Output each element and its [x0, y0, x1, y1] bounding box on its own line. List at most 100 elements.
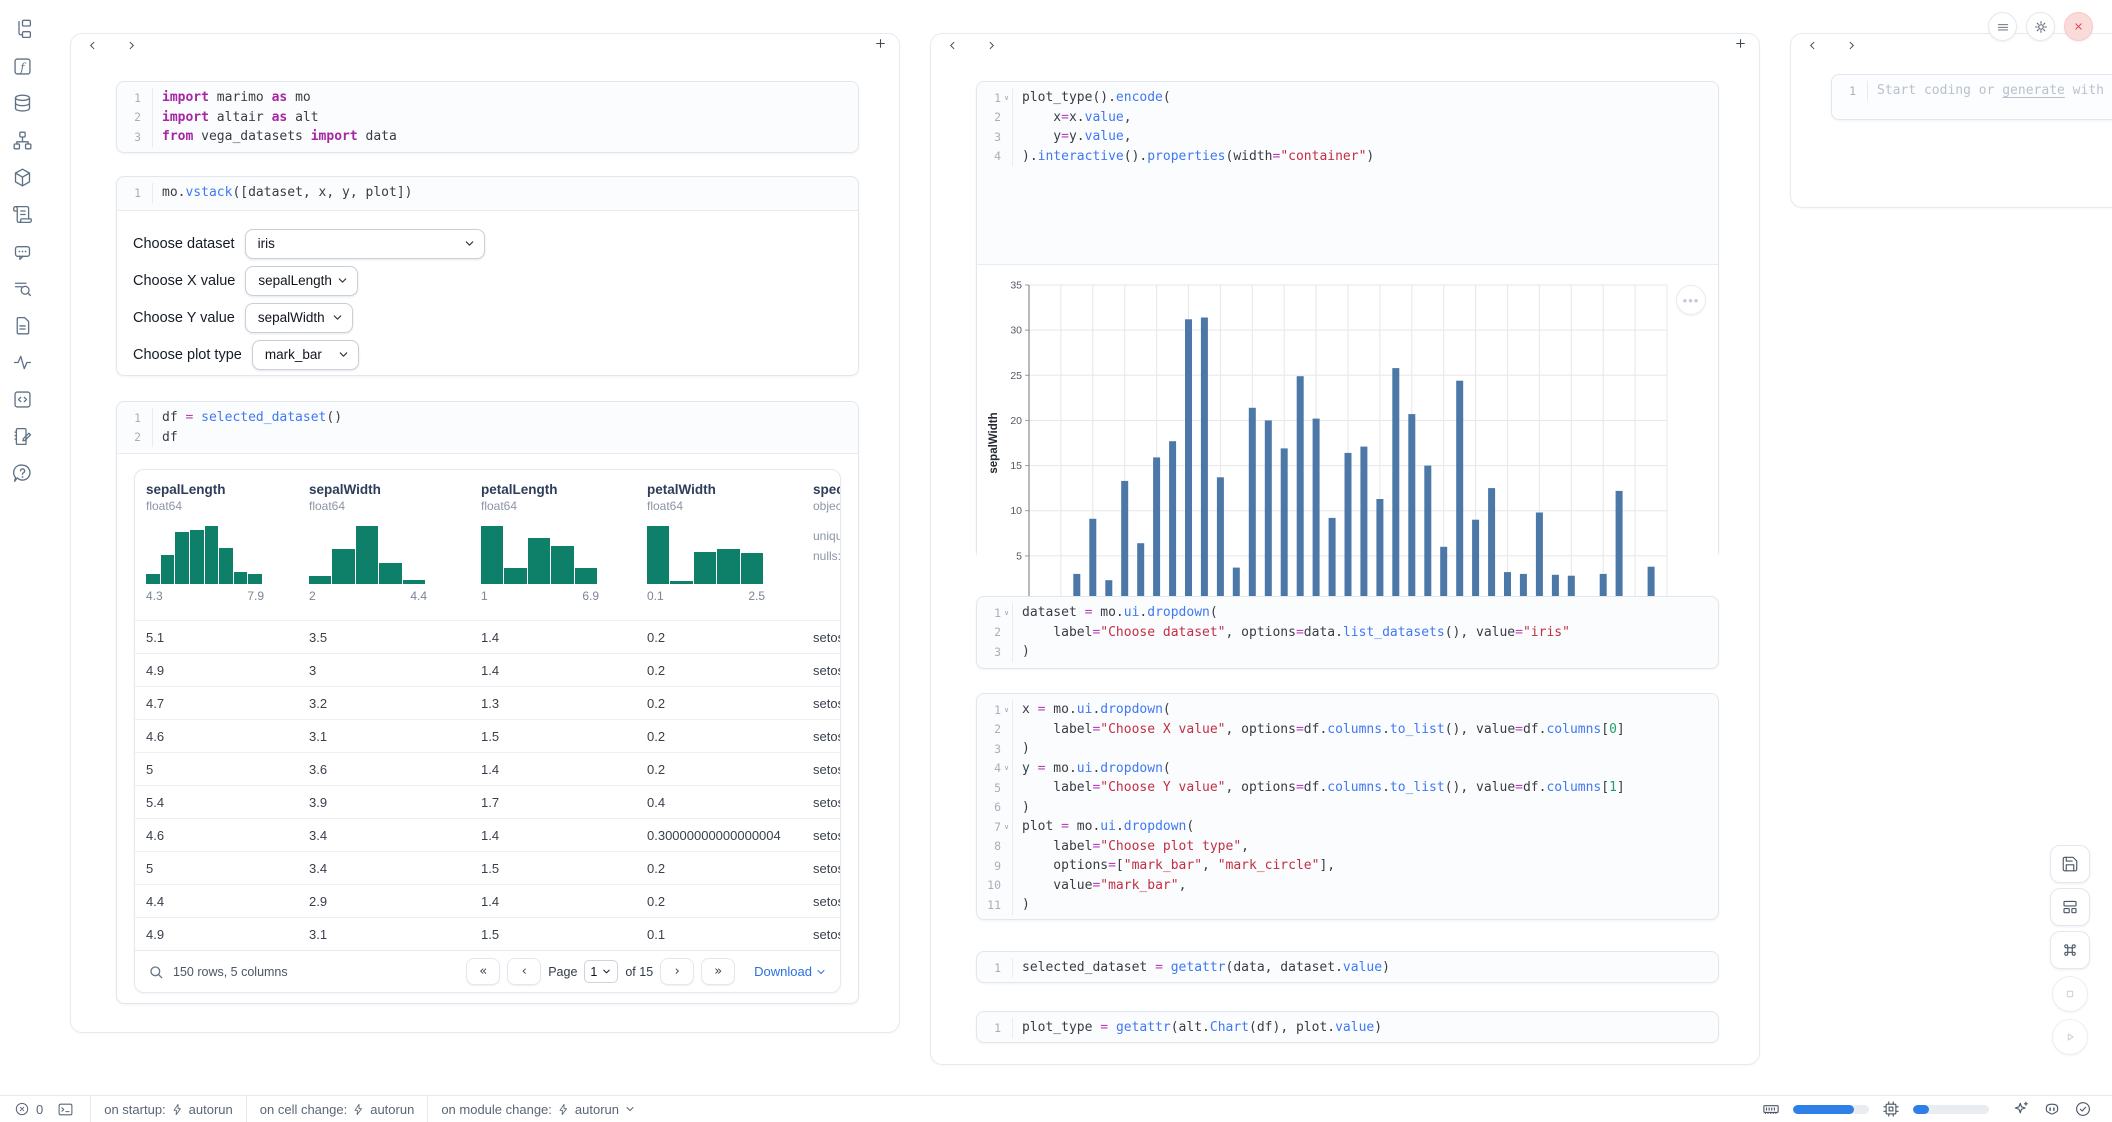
documentation-icon[interactable] [10, 313, 34, 337]
dropdown-select[interactable]: iris [245, 229, 485, 259]
column-header-species[interactable]: speciesobjectunique:nulls: [802, 482, 840, 620]
code-line[interactable]: 4∨y = mo.ui.dropdown( [977, 759, 1718, 779]
column-collapse-right-icon[interactable] [986, 40, 997, 51]
prev-page-button[interactable]: ‹ [507, 958, 541, 985]
chart-menu-icon[interactable]: ••• [1676, 285, 1706, 315]
code-line[interactable]: 8 label="Choose plot type", [977, 837, 1718, 857]
code-line[interactable]: 2 label="Choose X value", options=df.col… [977, 720, 1718, 740]
download-button[interactable]: Download [754, 964, 827, 979]
column-histogram[interactable] [481, 526, 597, 584]
column-collapse-left-icon[interactable] [87, 40, 98, 51]
table-row[interactable]: 4.931.40.2setosa [135, 653, 840, 686]
code-line[interactable]: 2import altair as alt [117, 108, 858, 128]
errors-indicator[interactable]: 0 [14, 1101, 43, 1117]
dependency-graph-icon[interactable] [10, 128, 34, 152]
code-line[interactable]: 4).interactive().properties(width="conta… [977, 147, 1718, 167]
column-histogram[interactable] [309, 526, 425, 584]
code-line[interactable]: 3from vega_datasets import data [117, 127, 858, 147]
fold-chevron-icon[interactable]: ∨ [1001, 823, 1012, 831]
code-line[interactable]: 1df = selected_dataset() [117, 408, 858, 428]
on-cell-change-setting[interactable]: on cell change: autorun [247, 1096, 428, 1122]
snippets-icon[interactable] [10, 387, 34, 411]
add-column-icon[interactable] [874, 37, 887, 50]
dropdown-select[interactable]: mark_bar [252, 340, 359, 370]
table-row[interactable]: 4.63.11.50.2setosa [135, 719, 840, 752]
logs-icon[interactable] [10, 202, 34, 226]
bar-chart[interactable]: 4.04.24.44.64.85.05.25.45.65.86.06.26.46… [985, 273, 1677, 647]
code-line[interactable]: 2 label="Choose dataset", options=data.l… [977, 623, 1718, 643]
code-cell-xy-dropdowns[interactable]: 1∨x = mo.ui.dropdown(2 label="Choose X v… [976, 693, 1719, 920]
code-cell-dataframe[interactable]: 1df = selected_dataset()2df sepalLengthf… [116, 401, 859, 1004]
code-line[interactable]: 1∨x = mo.ui.dropdown( [977, 700, 1718, 720]
fold-chevron-icon[interactable]: ∨ [1001, 609, 1012, 617]
code-line[interactable]: 3 y=y.value, [977, 127, 1718, 147]
on-startup-setting[interactable]: on startup: autorun [91, 1096, 246, 1122]
code-line[interactable]: 11) [977, 895, 1718, 915]
code-line[interactable]: 2df [117, 428, 858, 448]
packages-icon[interactable] [10, 165, 34, 189]
code-line[interactable]: 5 label="Choose Y value", options=df.col… [977, 778, 1718, 798]
page-select[interactable]: 1 [584, 960, 618, 983]
table-row[interactable]: 53.41.50.2setosa [135, 851, 840, 884]
find-replace-icon[interactable] [10, 276, 34, 300]
add-column-icon[interactable] [1734, 37, 1747, 50]
table-row[interactable]: 5.13.51.40.2setosa [135, 620, 840, 653]
code-cell-vstack[interactable]: 1mo.vstack([dataset, x, y, plot]) Choose… [116, 176, 859, 376]
shutdown-close-icon[interactable] [2064, 12, 2093, 41]
column-collapse-right-icon[interactable] [1846, 40, 1857, 51]
file-explorer-icon[interactable] [10, 17, 34, 41]
column-histogram[interactable] [647, 526, 763, 584]
table-row[interactable]: 4.63.41.40.30000000000000004setosa [135, 818, 840, 851]
dropdown-select[interactable]: sepalWidth [245, 303, 353, 333]
marimo-functions-icon[interactable]: f [10, 54, 34, 78]
stop-run-icon[interactable] [2052, 976, 2088, 1012]
code-line[interactable]: 10 value="mark_bar", [977, 876, 1718, 896]
scratchpad-icon[interactable] [10, 424, 34, 448]
code-line[interactable]: 1mo.vstack([dataset, x, y, plot]) [117, 183, 858, 203]
fold-chevron-icon[interactable]: ∨ [1001, 764, 1012, 772]
copilot-icon[interactable] [2043, 1100, 2061, 1118]
code-line[interactable]: 1∨dataset = mo.ui.dropdown( [977, 603, 1718, 623]
column-collapse-left-icon[interactable] [1807, 40, 1818, 51]
code-line[interactable]: 3) [977, 739, 1718, 759]
ai-chat-icon[interactable] [10, 239, 34, 263]
column-collapse-right-icon[interactable] [126, 40, 137, 51]
column-header-sepalWidth[interactable]: sepalWidthfloat6424.4 [298, 482, 470, 620]
code-cell-selected-dataset[interactable]: 1selected_dataset = getattr(data, datase… [976, 951, 1719, 983]
column-header-sepalLength[interactable]: sepalLengthfloat644.37.9 [135, 482, 298, 620]
column-histogram[interactable] [146, 526, 262, 584]
code-line[interactable]: 1selected_dataset = getattr(data, datase… [977, 958, 1718, 978]
fold-chevron-icon[interactable]: ∨ [1001, 94, 1012, 102]
search-icon[interactable] [148, 964, 164, 980]
on-module-change-setting[interactable]: on module change: autorun [428, 1096, 649, 1122]
column-header-petalLength[interactable]: petalLengthfloat6416.9 [470, 482, 636, 620]
table-row[interactable]: 5.43.91.70.4setosa [135, 785, 840, 818]
layout-icon[interactable] [2050, 888, 2090, 926]
menu-icon[interactable] [1988, 12, 2017, 41]
terminal-icon[interactable] [57, 1101, 74, 1118]
code-cell-dataset-dropdown[interactable]: 1∨dataset = mo.ui.dropdown(2 label="Choo… [976, 596, 1719, 669]
table-row[interactable]: 4.42.91.40.2setosa [135, 884, 840, 917]
code-line[interactable]: 1∨plot_type().encode( [977, 88, 1718, 108]
code-line[interactable]: 9 options=["mark_bar", "mark_circle"], [977, 856, 1718, 876]
code-line[interactable]: 3) [977, 642, 1718, 662]
last-page-button[interactable]: » [701, 958, 735, 985]
code-cell-chart[interactable]: 1∨plot_type().encode(2 x=x.value,3 y=y.v… [976, 81, 1719, 559]
code-cell-plot-type[interactable]: 1plot_type = getattr(alt.Chart(df), plot… [976, 1011, 1719, 1043]
first-page-button[interactable]: « [466, 958, 500, 985]
code-line[interactable]: 1plot_type = getattr(alt.Chart(df), plot… [977, 1018, 1718, 1038]
tracing-icon[interactable] [10, 350, 34, 374]
ai-sparkles-icon[interactable] [2012, 1100, 2030, 1118]
column-header-petalWidth[interactable]: petalWidthfloat640.12.5 [636, 482, 802, 620]
code-line[interactable]: 2 x=x.value, [977, 108, 1718, 128]
table-row[interactable]: 4.73.21.30.2setosa [135, 686, 840, 719]
run-all-icon[interactable] [2052, 1019, 2088, 1055]
code-line[interactable]: 6) [977, 798, 1718, 818]
dropdown-select[interactable]: sepalLength [245, 266, 358, 296]
table-row[interactable]: 53.61.40.2setosa [135, 752, 840, 785]
datasources-icon[interactable] [10, 91, 34, 115]
settings-gear-icon[interactable] [2026, 12, 2055, 41]
column-collapse-left-icon[interactable] [947, 40, 958, 51]
code-cell-imports[interactable]: 1import marimo as mo2import altair as al… [116, 81, 859, 153]
editor-placeholder[interactable]: Start coding or generate with AI [1868, 83, 2112, 98]
